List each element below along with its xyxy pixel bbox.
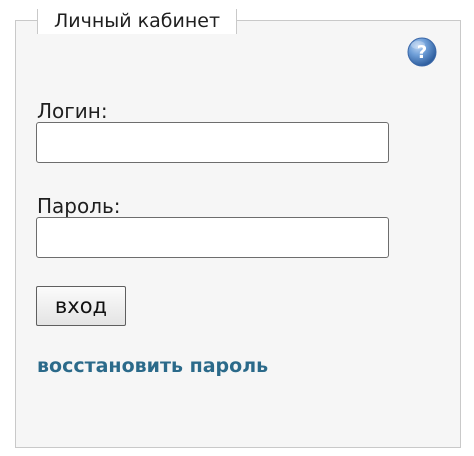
help-question-icon[interactable]: ? [407,37,437,67]
password-input[interactable] [36,217,389,258]
password-label: Пароль: [37,194,121,218]
login-button[interactable]: вход [36,286,126,326]
restore-password-link[interactable]: восстановить пароль [37,354,268,378]
login-label: Логин: [37,99,108,123]
login-input[interactable] [36,122,389,163]
panel-title: Личный кабинет [37,9,238,34]
help-question-glyph: ? [417,42,427,63]
